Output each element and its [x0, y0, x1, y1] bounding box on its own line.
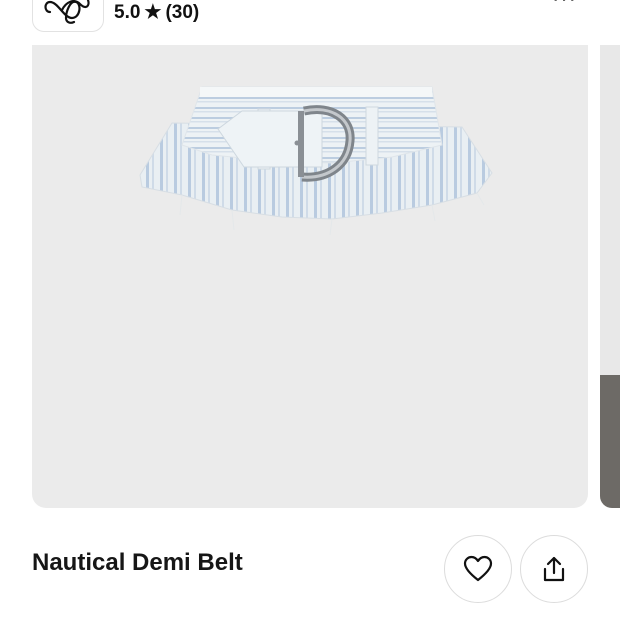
next-image-lower: [600, 375, 620, 508]
star-icon: ★: [144, 2, 162, 23]
shop-rating[interactable]: 5.0 ★ (30): [114, 1, 199, 24]
share-upload-icon: [543, 556, 565, 582]
product-title: Nautical Demi Belt: [32, 549, 243, 576]
product-image[interactable]: [32, 45, 588, 508]
shop-logo[interactable]: [32, 0, 104, 32]
share-button[interactable]: [520, 535, 588, 603]
review-count: (30): [165, 1, 200, 23]
more-dots-icon[interactable]: ···: [552, 0, 577, 12]
heart-icon: [463, 555, 493, 582]
rating-value: 5.0: [114, 1, 141, 23]
store-header: 5.0 ★ (30) ···: [0, 0, 620, 40]
infinity-script-logo-icon: [44, 0, 90, 24]
next-product-image[interactable]: [600, 45, 620, 508]
belt-photo: [139, 86, 493, 236]
favorite-button[interactable]: [444, 535, 512, 603]
